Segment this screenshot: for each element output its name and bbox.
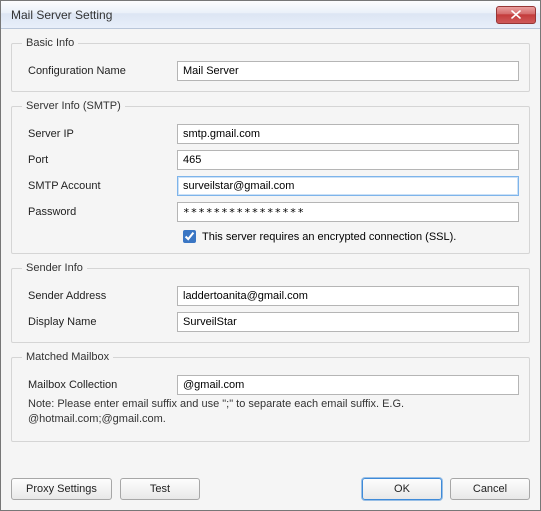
display-name-label: Display Name [22,316,177,328]
ssl-row: This server requires an encrypted connec… [22,230,519,243]
server-ip-row: Server IP [22,124,519,144]
sender-info-group: Sender Info Sender Address Display Name [11,262,530,343]
config-name-label: Configuration Name [22,65,177,77]
mailbox-collection-label: Mailbox Collection [22,379,177,391]
config-name-input[interactable] [177,61,519,81]
matched-mailbox-group: Matched Mailbox Mailbox Collection Note:… [11,351,530,442]
server-ip-input[interactable] [177,124,519,144]
cancel-button[interactable]: Cancel [450,478,530,500]
mailbox-collection-input[interactable] [177,375,519,395]
server-info-legend: Server Info (SMTP) [22,100,125,112]
smtp-account-label: SMTP Account [22,180,177,192]
password-input[interactable] [177,202,519,222]
close-icon [511,10,521,19]
port-row: Port [22,150,519,170]
button-row: Proxy Settings Test OK Cancel [11,472,530,500]
ok-button[interactable]: OK [362,478,442,500]
sender-info-legend: Sender Info [22,262,87,274]
mailbox-note: Note: Please enter email suffix and use … [22,395,519,431]
close-button[interactable] [496,6,536,24]
matched-mailbox-legend: Matched Mailbox [22,351,113,363]
port-label: Port [22,154,177,166]
sender-address-input[interactable] [177,286,519,306]
ssl-checkbox[interactable] [183,230,196,243]
titlebar: Mail Server Setting [1,1,540,29]
test-button[interactable]: Test [120,478,200,500]
smtp-account-row: SMTP Account [22,176,519,196]
password-label: Password [22,206,177,218]
sender-address-label: Sender Address [22,290,177,302]
config-name-row: Configuration Name [22,61,519,81]
port-input[interactable] [177,150,519,170]
window-title: Mail Server Setting [11,8,496,22]
ssl-label: This server requires an encrypted connec… [202,231,456,243]
display-name-row: Display Name [22,312,519,332]
mailbox-collection-row: Mailbox Collection [22,375,519,395]
basic-info-legend: Basic Info [22,37,78,49]
sender-address-row: Sender Address [22,286,519,306]
basic-info-group: Basic Info Configuration Name [11,37,530,92]
dialog-body: Basic Info Configuration Name Server Inf… [1,29,540,510]
server-info-group: Server Info (SMTP) Server IP Port SMTP A… [11,100,530,254]
display-name-input[interactable] [177,312,519,332]
mail-server-setting-window: Mail Server Setting Basic Info Configura… [0,0,541,511]
proxy-settings-button[interactable]: Proxy Settings [11,478,112,500]
server-ip-label: Server IP [22,128,177,140]
password-row: Password [22,202,519,222]
smtp-account-input[interactable] [177,176,519,196]
